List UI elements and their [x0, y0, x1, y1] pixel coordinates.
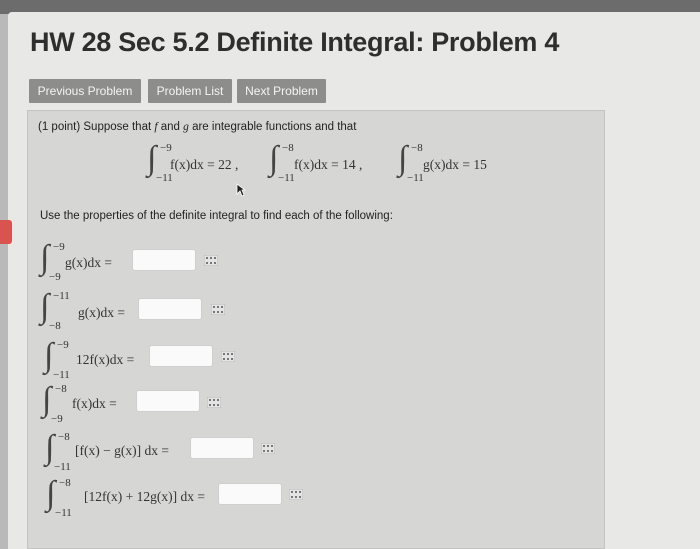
problem-intro: (1 point) Suppose that f and g are integ…	[38, 121, 357, 133]
matrix-icon[interactable]	[221, 351, 235, 362]
page-title: HW 28 Sec 5.2 Definite Integral: Problem…	[30, 27, 560, 57]
instruction-text: Use the properties of the definite integ…	[40, 210, 393, 222]
integral-sign-icon: ∫	[269, 140, 279, 177]
matrix-icon[interactable]	[204, 255, 218, 266]
problem-list-button[interactable]: Problem List	[148, 79, 232, 103]
red-side-tab	[0, 220, 12, 244]
answer-3-input[interactable]	[149, 345, 213, 367]
matrix-icon[interactable]	[289, 489, 303, 500]
integral-sign-icon: ∫	[45, 429, 55, 466]
matrix-icon[interactable]	[207, 397, 221, 408]
points-label: (1 point)	[38, 121, 81, 133]
matrix-icon[interactable]	[261, 443, 275, 454]
integral-sign-icon: ∫	[44, 337, 54, 374]
mouse-cursor-icon	[236, 183, 246, 197]
integral-sign-icon: ∫	[398, 140, 408, 177]
answer-2-input[interactable]	[138, 298, 202, 320]
integral-sign-icon: ∫	[42, 381, 52, 418]
integral-sign-icon: ∫	[40, 288, 50, 325]
integral-sign-icon: ∫	[46, 475, 56, 512]
answer-6-input[interactable]	[218, 483, 282, 505]
integral-sign-icon: ∫	[147, 140, 157, 177]
problem-panel	[27, 110, 605, 549]
next-problem-button[interactable]: Next Problem	[237, 79, 326, 103]
integral-sign-icon: ∫	[40, 239, 50, 276]
matrix-icon[interactable]	[211, 304, 225, 315]
answer-1-input[interactable]	[132, 249, 196, 271]
answer-4-input[interactable]	[136, 390, 200, 412]
previous-problem-button[interactable]: Previous Problem	[29, 79, 141, 103]
answer-5-input[interactable]	[190, 437, 254, 459]
